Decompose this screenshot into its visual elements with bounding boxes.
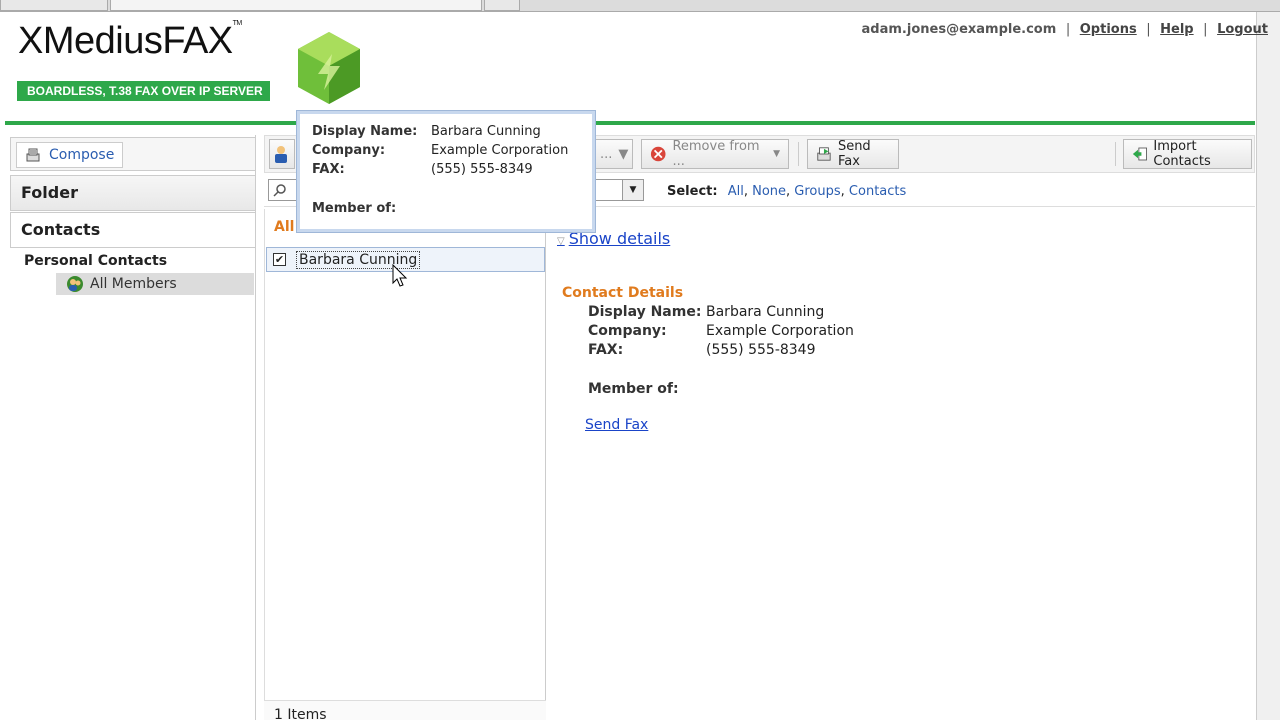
- select-none-link[interactable]: None: [752, 184, 786, 199]
- user-menu: adam.jones@example.com | Options | Help …: [861, 22, 1268, 37]
- logout-link[interactable]: Logout: [1217, 22, 1268, 37]
- tree-personal-contacts[interactable]: Personal Contacts: [24, 253, 167, 269]
- search-dropdown-button[interactable]: ▼: [622, 179, 644, 201]
- remove-icon: [650, 146, 666, 162]
- app-tagline: BOARDLESS, T.38 FAX OVER IP SERVER: [17, 81, 270, 101]
- select-groups-link[interactable]: Groups: [794, 184, 840, 199]
- compose-label: Compose: [49, 147, 115, 163]
- select-contacts-link[interactable]: Contacts: [849, 184, 906, 199]
- contact-icon: [275, 146, 287, 163]
- browser-tab[interactable]: [0, 0, 108, 11]
- detail-display-name: Display Name: Barbara Cunning: [588, 304, 825, 320]
- items-count: 1 Items: [274, 707, 327, 723]
- tooltip-display-name: Display Name: Barbara Cunning: [312, 124, 541, 139]
- list-title: All: [274, 219, 295, 235]
- send-fax-label: Send Fax: [837, 139, 871, 169]
- page-scrollbar[interactable]: [1256, 12, 1280, 720]
- search-icon: [273, 184, 286, 197]
- browser-tab-active[interactable]: [110, 0, 482, 11]
- browser-tab[interactable]: [484, 0, 520, 11]
- help-link[interactable]: Help: [1160, 22, 1193, 37]
- tooltip-company: Company: Example Corporation: [312, 143, 569, 158]
- chevron-down-icon: ▼: [773, 149, 780, 159]
- tooltip-fax: FAX: (555) 555-8349: [312, 162, 533, 177]
- tooltip-member-of: Member of:: [312, 201, 397, 216]
- import-icon: [1132, 147, 1147, 161]
- toolbar-separator: [798, 142, 799, 166]
- select-label: Select:: [667, 184, 718, 199]
- browser-tab-strip: [0, 0, 1280, 12]
- compose-button[interactable]: Compose: [16, 142, 124, 168]
- send-fax-icon: [817, 147, 831, 161]
- select-all-link[interactable]: All: [728, 184, 744, 199]
- detail-fax: FAX: (555) 555-8349: [588, 342, 816, 358]
- row-checkbox[interactable]: ✔: [273, 253, 286, 266]
- remove-from-button[interactable]: Remove from ... ▼: [641, 139, 789, 169]
- detail-company: Company: Example Corporation: [588, 323, 854, 339]
- header-divider: [5, 121, 1255, 125]
- logo-cube-icon: [298, 32, 360, 104]
- toolbar-separator: [1115, 142, 1116, 166]
- remove-from-label: Remove from ...: [672, 139, 760, 169]
- tree-item-label: All Members: [90, 276, 177, 292]
- options-link[interactable]: Options: [1080, 22, 1137, 37]
- mouse-cursor-icon: [392, 264, 408, 287]
- send-fax-button[interactable]: Send Fax: [807, 139, 899, 169]
- group-icon: [67, 276, 83, 292]
- fax-machine-icon: [26, 148, 40, 162]
- contacts-section-header[interactable]: Contacts: [10, 212, 256, 248]
- user-email: adam.jones@example.com: [861, 22, 1057, 37]
- select-links: Select: All, None, Groups, Contacts: [667, 184, 907, 199]
- compose-bar: Compose: [10, 137, 256, 171]
- import-contacts-button[interactable]: Import Contacts: [1123, 139, 1252, 169]
- folder-section-header[interactable]: Folder: [10, 175, 256, 211]
- contact-details-heading: Contact Details: [562, 285, 684, 301]
- dropdown-button[interactable]: ... ▼: [591, 139, 633, 169]
- app-logo-text: XMediusFAXTM: [18, 20, 242, 62]
- chevron-down-icon: ▼: [629, 185, 637, 195]
- new-contact-button[interactable]: [269, 139, 295, 169]
- contact-tooltip: Display Name: Barbara Cunning Company: Exa…: [297, 111, 595, 232]
- chevron-down-icon: ▼: [618, 146, 629, 162]
- send-fax-link[interactable]: Send Fax: [585, 417, 648, 433]
- detail-member-of: Member of:: [588, 381, 679, 397]
- import-contacts-label: Import Contacts: [1153, 139, 1211, 169]
- triangle-down-icon: ▽: [557, 236, 565, 247]
- tree-item-all-members[interactable]: All Members: [56, 273, 254, 295]
